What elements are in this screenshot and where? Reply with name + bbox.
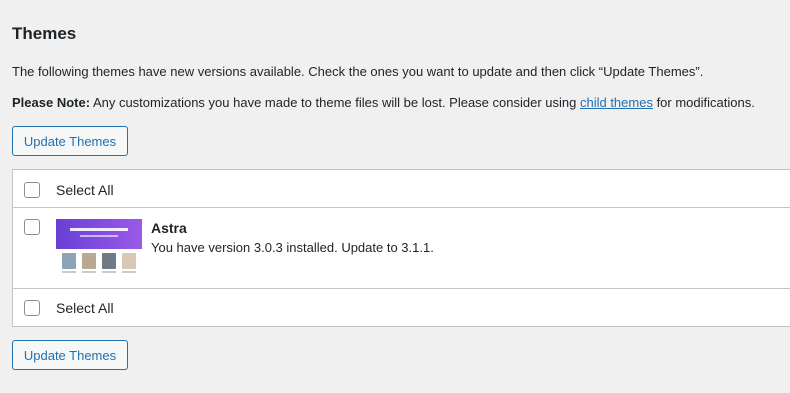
screenshot-product-caption [62, 271, 76, 273]
themes-update-table: Select All Astra You have version 3.0.3 … [12, 169, 790, 327]
theme-version-info: You have version 3.0.3 installed. Update… [151, 240, 434, 255]
screenshot-product-thumb [62, 253, 76, 269]
screenshot-hero-headline [70, 228, 128, 231]
child-themes-link[interactable]: child themes [580, 95, 653, 110]
screenshot-product-thumb [122, 253, 136, 269]
screenshot-product-caption [102, 271, 116, 273]
select-all-label-bottom[interactable]: Select All [56, 300, 114, 316]
select-all-checkbox-bottom[interactable] [24, 300, 40, 316]
select-all-row-bottom: Select All [13, 289, 790, 326]
select-all-label-top[interactable]: Select All [56, 182, 114, 198]
update-description: The following themes have new versions a… [12, 64, 703, 80]
screenshot-hero-subline [80, 235, 118, 237]
note-label: Please Note: [12, 95, 91, 110]
screenshot-product-caption [82, 271, 96, 273]
theme-row-astra: Astra You have version 3.0.3 installed. … [13, 208, 790, 289]
select-all-row-top: Select All [13, 170, 790, 208]
update-themes-button-bottom[interactable]: Update Themes [12, 340, 128, 370]
theme-screenshot-astra [56, 219, 142, 275]
update-description-text: The following themes have new versions a… [12, 64, 704, 79]
screenshot-product-thumb [102, 253, 116, 269]
page-title: Themes [12, 24, 77, 43]
screenshot-product-thumb [82, 253, 96, 269]
select-all-checkbox-top[interactable] [24, 182, 40, 198]
screenshot-product-caption [122, 271, 136, 273]
note-text-after: for modifications. [652, 95, 755, 110]
note-text-before: Any customizations you have made to them… [90, 95, 580, 110]
theme-checkbox-astra[interactable] [24, 219, 40, 235]
update-themes-button-top[interactable]: Update Themes [12, 126, 128, 156]
screenshot-hero-banner [56, 219, 142, 249]
theme-name: Astra [151, 220, 187, 236]
customization-note: Please Note: Any customizations you have… [12, 95, 755, 111]
